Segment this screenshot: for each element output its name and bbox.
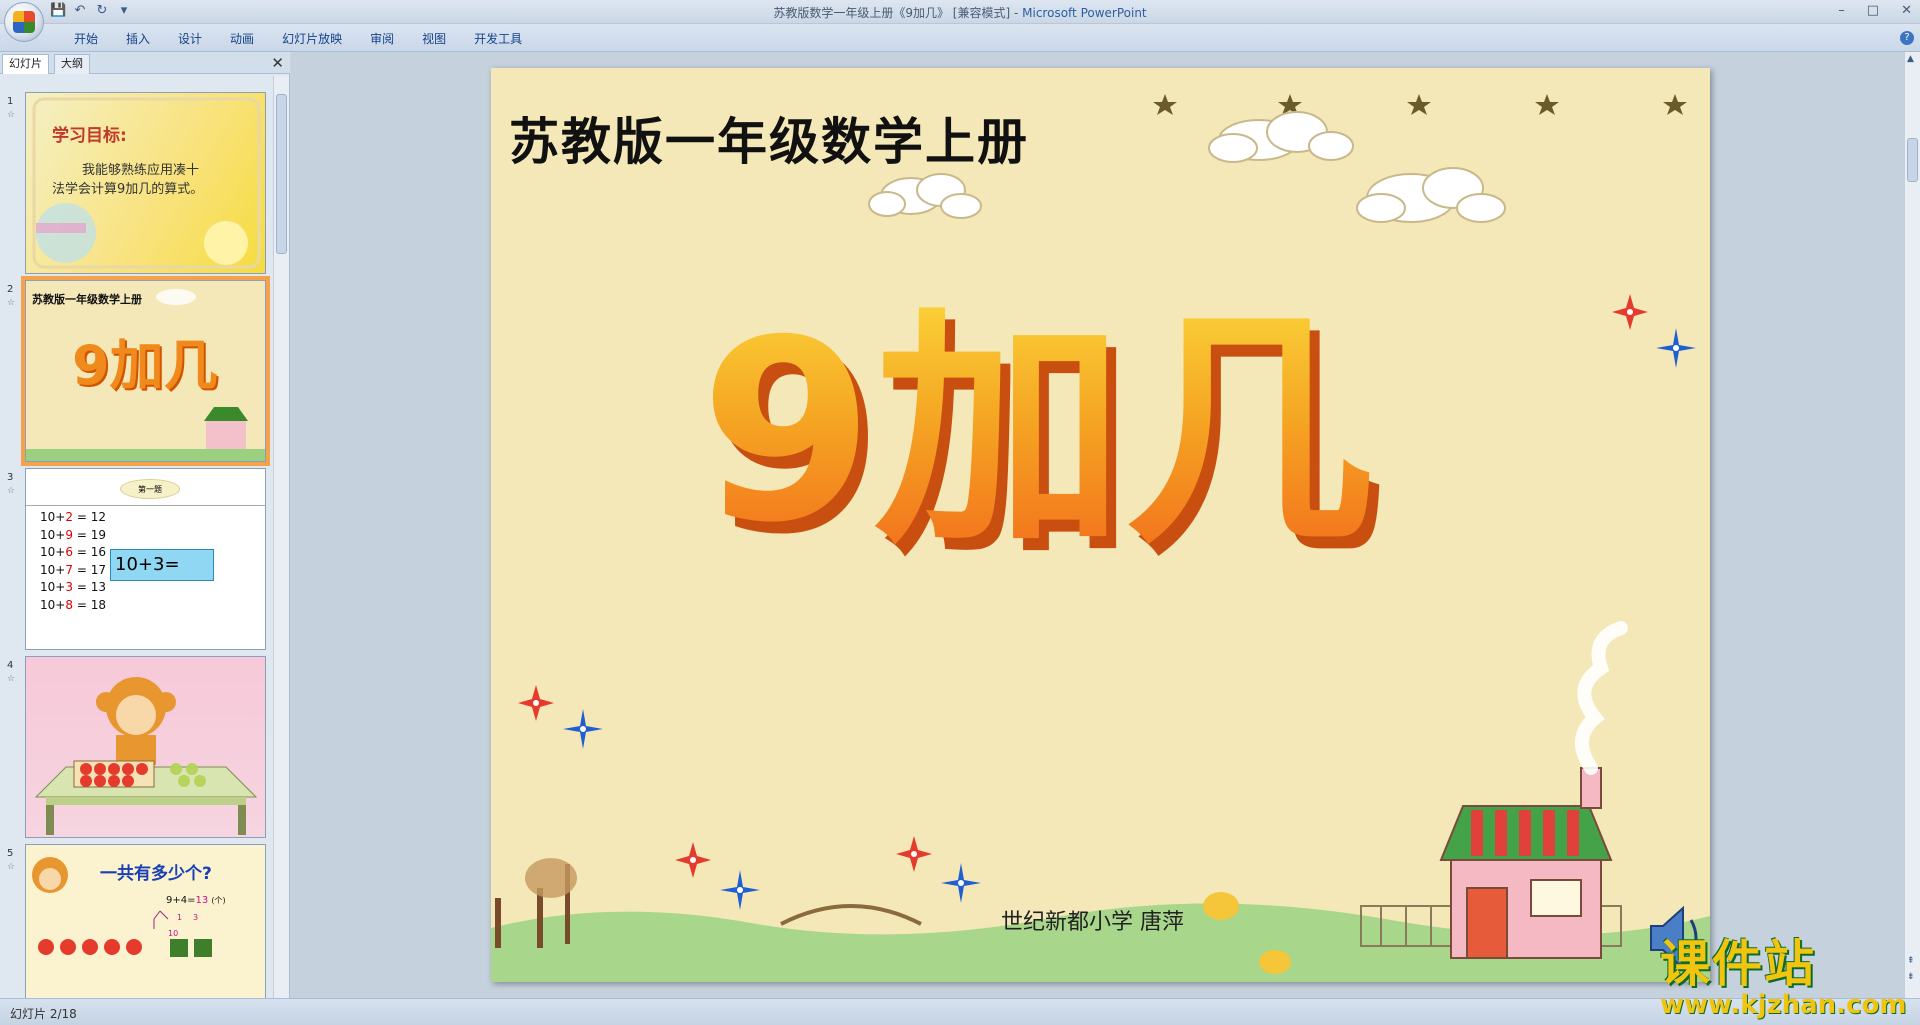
minimize-button[interactable]: –	[1838, 3, 1845, 18]
bridge-icon	[780, 904, 922, 926]
transition-star-icon: ☆	[7, 674, 16, 684]
current-slide[interactable]: 苏教版一年级数学上册 9加几 9加几 世纪新都小学 唐萍	[491, 68, 1710, 982]
window-controls: – □ ✕	[1838, 3, 1912, 18]
tab-design[interactable]: 设计	[164, 30, 216, 47]
window-title: 苏教版数学一年级上册《9加几》 [兼容模式] - Microsoft Power…	[0, 4, 1920, 21]
equation-row: 10+2 = 12	[40, 510, 106, 524]
transition-star-icon: ☆	[7, 862, 16, 872]
tab-insert[interactable]: 插入	[112, 30, 164, 47]
thumb-3-answer-box: 10+3=	[110, 549, 214, 581]
transition-star-icon: ☆	[7, 298, 16, 308]
slide-thumbnail-3[interactable]: 第一题 10+2 = 12 10+9 = 19 10+6 = 16 10+7 =…	[25, 468, 266, 650]
editor-scrollbar[interactable]: ▲ ⇞ ⇟	[1904, 52, 1920, 998]
help-icon[interactable]: ?	[1900, 31, 1914, 45]
tab-home[interactable]: 开始	[60, 30, 112, 47]
thumb-number: 2	[7, 284, 14, 295]
status-bar: 幻灯片 2/18	[0, 998, 1920, 1025]
slide-editor: 苏教版一年级数学上册 9加几 9加几 世纪新都小学 唐萍	[291, 52, 1904, 998]
thumb-2-decor	[26, 289, 265, 461]
author-text[interactable]: 世纪新都小学 唐萍	[1001, 904, 1184, 936]
scrollbar-thumb[interactable]	[1907, 138, 1918, 182]
title-bar: 💾 ↶ ↻ ▾ 苏教版数学一年级上册《9加几》 [兼容模式] - Microso…	[0, 0, 1920, 42]
slide-thumbnail-2[interactable]: 苏教版一年级数学上册 9加几	[21, 276, 270, 466]
top-stars-icon	[1153, 94, 1687, 115]
house-icon	[1439, 621, 1628, 959]
tab-review[interactable]: 审阅	[356, 30, 408, 47]
equation-row: 10+7 = 17	[40, 562, 106, 577]
equation-row: 10+6 = 16	[40, 545, 106, 559]
thumb-number: 4	[7, 660, 14, 671]
thumb-number: 5	[7, 848, 14, 859]
tab-outline[interactable]: 大纲	[54, 54, 90, 74]
thumbnails-scrollbar[interactable]	[273, 76, 289, 998]
transition-star-icon: ☆	[7, 110, 16, 120]
big-title[interactable]: 9加几	[700, 286, 1374, 568]
office-button[interactable]	[4, 2, 44, 42]
document-title: 苏教版数学一年级上册《9加几》 [兼容模式] -	[773, 6, 1023, 20]
thumb-5-n2: 3	[193, 913, 199, 922]
thumb-3-bubble: 第一题	[120, 479, 180, 499]
slide-thumbnail-1[interactable]: 学习目标: 我能够熟练应用凑十 法学会计算9加几的算式。	[25, 92, 266, 274]
scrollbar-thumb[interactable]	[276, 94, 287, 254]
tab-slideshow[interactable]: 幻灯片放映	[268, 30, 356, 47]
thumb-1-title: 学习目标:	[52, 126, 127, 146]
watermark-url: www.kjzhan.com	[1660, 990, 1907, 1020]
tab-animations[interactable]: 动画	[216, 30, 268, 47]
close-button[interactable]: ✕	[1901, 3, 1912, 18]
thumb-4-monkey-illustration	[34, 677, 258, 835]
slide-thumbnail-5[interactable]: 一共有多少个? 9+4=13 (个) 1 3 10	[25, 844, 266, 998]
pane-close-icon[interactable]: ✕	[271, 54, 284, 72]
pane-tabs: 幻灯片 大纲 ✕	[0, 52, 290, 74]
watermark-logo: 课件站 www.kjzhan.com	[1660, 924, 1907, 1022]
thumb-3-equations: 10+2 = 12 10+9 = 19 10+6 = 16 10+7 = 17 …	[40, 509, 106, 614]
slide-thumbnail-4[interactable]	[25, 656, 266, 838]
transition-star-icon: ☆	[7, 486, 16, 496]
thumb-5-n1: 1	[177, 913, 183, 922]
thumb-1-text1: 我能够熟练应用凑十	[82, 163, 200, 178]
app-name: Microsoft PowerPoint	[1022, 6, 1147, 20]
slide-thumbnails: 1 ☆ 学习目标: 我能够熟练应用凑十 法学会计算9加几的算式。 2 ☆ 苏教版…	[0, 76, 274, 998]
slide-title[interactable]: 苏教版一年级数学上册	[509, 102, 1029, 174]
equation-row: 10+8 = 18	[40, 597, 106, 612]
prev-slide-icon[interactable]: ⇞	[1907, 956, 1915, 966]
equation-row: 10+9 = 19	[40, 527, 106, 542]
thumb-1-text2: 法学会计算9加几的算式。	[52, 182, 204, 197]
thumb-5-formula: 9+4=13 (个)	[166, 895, 226, 906]
tab-view[interactable]: 视图	[408, 30, 460, 47]
office-logo-icon	[13, 11, 35, 33]
equation-row: 10+3 = 13	[40, 580, 106, 594]
big-title-art: 9加几 9加几	[700, 286, 1384, 568]
thumb-number: 1	[7, 96, 14, 107]
thumb-number: 3	[7, 472, 14, 483]
ribbon: 开始 插入 设计 动画 幻灯片放映 审阅 视图 开发工具 ?	[0, 24, 1920, 52]
tab-developer[interactable]: 开发工具	[460, 30, 536, 47]
maximize-button[interactable]: □	[1867, 3, 1879, 18]
watermark-cn: 课件站	[1660, 935, 1816, 993]
slide-counter: 幻灯片 2/18	[10, 1007, 77, 1021]
thumb-5-title: 一共有多少个?	[100, 864, 212, 884]
divider	[26, 505, 265, 506]
slides-pane: 幻灯片 大纲 ✕ 1 ☆ 学习目标: 我能够熟练应用凑十 法学会计算9加几的算式…	[0, 52, 290, 998]
tab-slides[interactable]: 幻灯片	[2, 54, 49, 74]
thumb-5-n3: 10	[168, 929, 179, 938]
ribbon-tabs: 开始 插入 设计 动画 幻灯片放映 审阅 视图 开发工具	[60, 30, 536, 47]
next-slide-icon[interactable]: ⇟	[1907, 972, 1915, 982]
scroll-up-icon[interactable]: ▲	[1907, 54, 1914, 64]
